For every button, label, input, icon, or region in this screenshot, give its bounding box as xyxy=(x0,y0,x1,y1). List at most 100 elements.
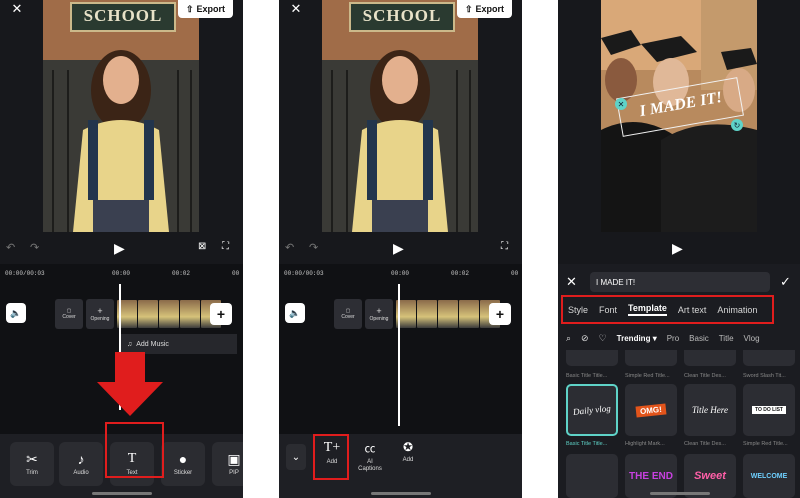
plus-icon: + xyxy=(376,306,382,316)
add-clip-button[interactable]: + xyxy=(489,303,511,325)
undo-icon[interactable]: ↶ xyxy=(6,241,15,254)
audio-tool[interactable]: ♪ Audio xyxy=(59,442,103,486)
editor-screen-text-menu: ✕ SCHOOL ⇧Export ↶ ↷ ▶ ⛶ 00:00/00:03 00 xyxy=(279,0,522,498)
timeline-area xyxy=(279,264,522,434)
close-icon[interactable]: ✕ xyxy=(10,1,24,16)
template-caption: Clean Title Des... xyxy=(684,373,726,379)
trim-tool[interactable]: ✂ Trim xyxy=(10,442,54,486)
text-tool-highlight xyxy=(105,422,164,478)
template-tile[interactable]: OMG! xyxy=(625,384,677,436)
add-music-button[interactable]: ♫ Add Music xyxy=(121,334,237,354)
rotate-scale-icon[interactable]: ↻ xyxy=(731,119,743,131)
template-tile-selected[interactable]: Daily vlog xyxy=(566,384,618,436)
volume-icon[interactable]: 🔈 xyxy=(285,303,305,323)
video-preview[interactable]: SCHOOL xyxy=(43,0,199,232)
upload-icon: ⇧ xyxy=(185,3,194,14)
template-tile[interactable] xyxy=(743,350,795,366)
video-preview[interactable]: I MADE IT! ✕ ↻ xyxy=(601,0,757,232)
fullscreen-icon[interactable]: ⛶ xyxy=(222,241,229,252)
close-icon[interactable]: ✕ xyxy=(566,274,577,290)
home-indicator xyxy=(91,492,152,495)
favorite-icon[interactable]: ♡ xyxy=(599,333,607,344)
video-track: ▢ Cover + Opening xyxy=(334,298,501,330)
template-filter-row: ⌕ ⊘ ♡ Trending ▾ Pro Basic Title Vlog xyxy=(566,330,800,346)
template-caption: Simple Red Title... xyxy=(625,373,670,379)
template-caption: Simple Red Title... xyxy=(743,441,788,447)
music-note-icon: ♫ xyxy=(127,340,133,348)
delete-text-icon[interactable]: ✕ xyxy=(615,98,627,110)
playhead[interactable] xyxy=(398,284,400,426)
template-tile[interactable]: Title Here xyxy=(684,384,736,436)
keyframe-icon[interactable]: ⊠ xyxy=(198,241,206,252)
tabs-highlight xyxy=(561,295,774,324)
opening-tile[interactable]: + Opening xyxy=(86,299,114,329)
collapse-button[interactable]: ⌄ xyxy=(286,444,306,470)
template-tile[interactable] xyxy=(625,350,677,366)
filter-trending[interactable]: Trending ▾ xyxy=(617,334,657,343)
time-mark: 00 xyxy=(511,270,519,277)
confirm-check-icon[interactable]: ✓ xyxy=(780,274,791,290)
filter-pro[interactable]: Pro xyxy=(667,334,679,343)
filter-vlog[interactable]: Vlog xyxy=(744,334,760,343)
upload-icon: ⇧ xyxy=(464,3,473,14)
time-mark: 00:00 xyxy=(112,270,131,277)
add-sticker-icon: ✪ xyxy=(402,440,414,454)
opening-tile[interactable]: + Opening xyxy=(365,299,393,329)
editor-screen-timeline: ✕ SCHOOL ⇧ Export ↶ ↷ ▶ ⊠ ⛶ 00:00/00:03 … xyxy=(0,0,243,498)
redo-icon[interactable]: ↷ xyxy=(30,241,39,254)
template-caption: Highlight Mark... xyxy=(625,441,665,447)
play-icon[interactable]: ▶ xyxy=(672,240,683,257)
clip-thumbnail[interactable] xyxy=(459,300,479,328)
undo-icon[interactable]: ↶ xyxy=(285,241,294,254)
clip-thumbnail[interactable] xyxy=(180,300,200,328)
time-current: 00:00/00:03 xyxy=(5,270,45,277)
pip-icon: ▣ xyxy=(227,451,241,467)
template-caption: Clean Title Des... xyxy=(684,441,726,447)
template-tile[interactable]: WELCOME xyxy=(743,454,795,498)
school-girl-image xyxy=(43,0,199,232)
playback-controls: ↶ ↷ ▶ ⛶ xyxy=(279,236,522,262)
clip-thumbnail[interactable] xyxy=(159,300,179,328)
text-input[interactable]: I MADE IT! xyxy=(590,272,770,292)
playback-controls: ↶ ↷ ▶ ⊠ ⛶ xyxy=(0,236,243,262)
scissors-icon: ✂ xyxy=(26,451,38,467)
filter-title[interactable]: Title xyxy=(719,334,734,343)
template-tile[interactable] xyxy=(684,350,736,366)
fullscreen-icon[interactable]: ⛶ xyxy=(501,241,508,252)
template-caption: Sword Slash Tit... xyxy=(743,373,786,379)
video-preview[interactable]: SCHOOL xyxy=(322,0,478,232)
school-sign-text: SCHOOL xyxy=(83,6,163,25)
close-icon[interactable]: ✕ xyxy=(289,1,303,16)
school-girl-image xyxy=(322,0,478,232)
pip-tool[interactable]: ▣ PIP xyxy=(212,442,243,486)
sticker-tool[interactable]: ● Sticker xyxy=(161,442,205,486)
template-tile[interactable]: TO DO LIST xyxy=(743,384,795,436)
none-icon[interactable]: ⊘ xyxy=(581,333,589,344)
add-clip-button[interactable]: + xyxy=(210,303,232,325)
ai-captions-tool[interactable]: ㏄ AI Captions xyxy=(353,440,387,484)
video-track: ▢ Cover + Opening xyxy=(55,298,222,330)
plus-icon: + xyxy=(97,306,103,316)
export-button[interactable]: ⇧ Export xyxy=(177,0,233,18)
clip-thumbnail[interactable] xyxy=(138,300,158,328)
redo-icon[interactable]: ↷ xyxy=(309,241,318,254)
filter-basic[interactable]: Basic xyxy=(689,334,709,343)
cover-tile[interactable]: ▢ Cover xyxy=(55,299,83,329)
volume-icon[interactable]: 🔈 xyxy=(6,303,26,323)
add-text-highlight xyxy=(313,434,349,480)
search-icon[interactable]: ⌕ xyxy=(566,333,571,344)
play-icon[interactable]: ▶ xyxy=(393,240,404,257)
template-caption: Basic Title Title... xyxy=(566,373,608,379)
clip-thumbnail[interactable] xyxy=(417,300,437,328)
template-tile[interactable] xyxy=(566,350,618,366)
add-sticker-tool[interactable]: ✪ Add xyxy=(393,440,423,482)
play-icon[interactable]: ▶ xyxy=(114,240,125,257)
school-sign-text: SCHOOL xyxy=(362,6,442,25)
export-button[interactable]: ⇧ Export xyxy=(456,0,512,18)
clip-thumbnail[interactable] xyxy=(438,300,458,328)
dropdown-icon: ▾ xyxy=(652,333,657,343)
time-mark: 00:00 xyxy=(391,270,410,277)
cover-tile[interactable]: ▢ Cover xyxy=(334,299,362,329)
time-mark: 00:02 xyxy=(172,270,191,277)
template-tile[interactable] xyxy=(566,454,618,498)
